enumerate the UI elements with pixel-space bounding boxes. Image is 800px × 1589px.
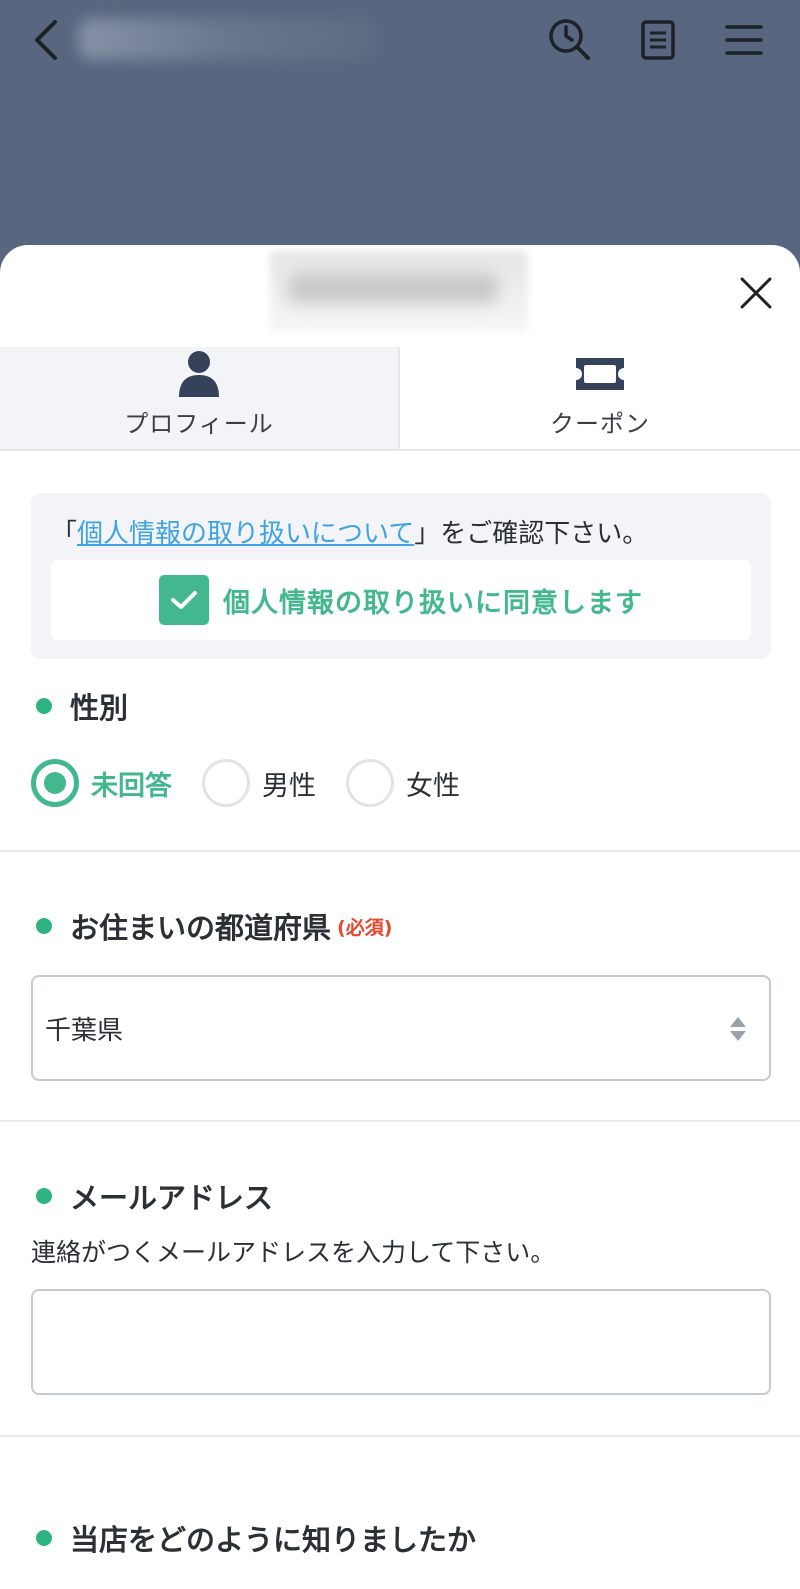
profile-sheet: プロフィール クーポン 「個人情報の取り扱いについて」をご確認下さい。 個人情報… bbox=[0, 245, 800, 1589]
gender-option-male[interactable]: 男性 bbox=[202, 759, 316, 807]
gender-radio-group: 未回答 男性 女性 bbox=[31, 759, 490, 807]
email-label: メールアドレス bbox=[70, 1181, 274, 1215]
agree-checkbox[interactable] bbox=[159, 575, 209, 625]
sheet-title-blurred bbox=[270, 251, 528, 333]
hamburger-menu-icon bbox=[725, 25, 763, 55]
gender-label: 性別 bbox=[70, 691, 129, 725]
note-button[interactable] bbox=[634, 14, 682, 66]
gender-option-unanswered[interactable]: 未回答 bbox=[31, 759, 172, 807]
bullet-dot bbox=[36, 918, 52, 934]
bullet-dot bbox=[36, 698, 52, 714]
prefecture-select[interactable]: 千葉県 bbox=[31, 975, 771, 1081]
privacy-agree-row[interactable]: 個人情報の取り扱いに同意します bbox=[51, 560, 751, 640]
privacy-policy-link[interactable]: 個人情報の取り扱いについて bbox=[77, 519, 414, 549]
tab-profile[interactable]: プロフィール bbox=[0, 347, 400, 449]
privacy-notice-suffix: 」をご確認下さい。 bbox=[414, 519, 649, 549]
sort-caret-icon bbox=[730, 1017, 746, 1041]
radio-label: 男性 bbox=[262, 770, 316, 802]
privacy-consent-box: 「個人情報の取り扱いについて」をご確認下さい。 個人情報の取り扱いに同意します bbox=[31, 493, 771, 659]
tab-coupon-label: クーポン bbox=[550, 410, 650, 438]
radio-label: 女性 bbox=[406, 770, 460, 802]
email-hint: 連絡がつくメールアドレスを入力して下さい。 bbox=[31, 1238, 556, 1267]
close-icon bbox=[740, 277, 772, 309]
tab-bar: プロフィール クーポン bbox=[0, 347, 800, 451]
top-bar bbox=[0, 0, 800, 245]
gender-option-female[interactable]: 女性 bbox=[346, 759, 460, 807]
ticket-icon bbox=[573, 347, 627, 400]
privacy-notice: 「個人情報の取り扱いについて」をご確認下さい。 bbox=[51, 513, 648, 550]
email-section-label: メールアドレス bbox=[36, 1175, 273, 1217]
bullet-dot bbox=[36, 1530, 52, 1546]
clock-search-icon bbox=[549, 19, 590, 60]
radio-button[interactable] bbox=[31, 759, 79, 807]
radio-button[interactable] bbox=[346, 759, 394, 807]
required-badge: (必須) bbox=[337, 916, 393, 939]
email-input[interactable] bbox=[31, 1289, 771, 1395]
bracket-open: 「 bbox=[51, 519, 78, 549]
document-icon bbox=[641, 20, 675, 60]
referral-section-label: 当店をどのように知りましたか bbox=[36, 1517, 476, 1559]
divider bbox=[0, 1435, 800, 1437]
chevron-left-icon bbox=[35, 20, 57, 60]
close-button[interactable] bbox=[732, 269, 780, 317]
radio-button[interactable] bbox=[202, 759, 250, 807]
tab-coupon[interactable]: クーポン bbox=[400, 347, 800, 449]
back-button[interactable] bbox=[22, 14, 70, 66]
bullet-dot bbox=[36, 1188, 52, 1204]
checkmark-icon bbox=[171, 591, 197, 609]
referral-label: 当店をどのように知りましたか bbox=[70, 1523, 477, 1557]
agree-label: 個人情報の取り扱いに同意します bbox=[223, 587, 643, 619]
divider bbox=[0, 850, 800, 852]
prefecture-section-label: お住まいの都道府県 (必須) bbox=[36, 905, 392, 947]
radio-label: 未回答 bbox=[91, 770, 172, 802]
tab-profile-label: プロフィール bbox=[124, 410, 274, 438]
prefecture-value: 千葉県 bbox=[45, 1015, 124, 1046]
divider bbox=[0, 1120, 800, 1122]
menu-button[interactable] bbox=[718, 14, 770, 66]
gender-section-label: 性別 bbox=[36, 685, 128, 727]
prefecture-label: お住まいの都道府県 bbox=[70, 911, 332, 945]
person-icon bbox=[177, 347, 221, 400]
account-name-blurred bbox=[78, 18, 378, 60]
history-button[interactable] bbox=[546, 14, 594, 66]
